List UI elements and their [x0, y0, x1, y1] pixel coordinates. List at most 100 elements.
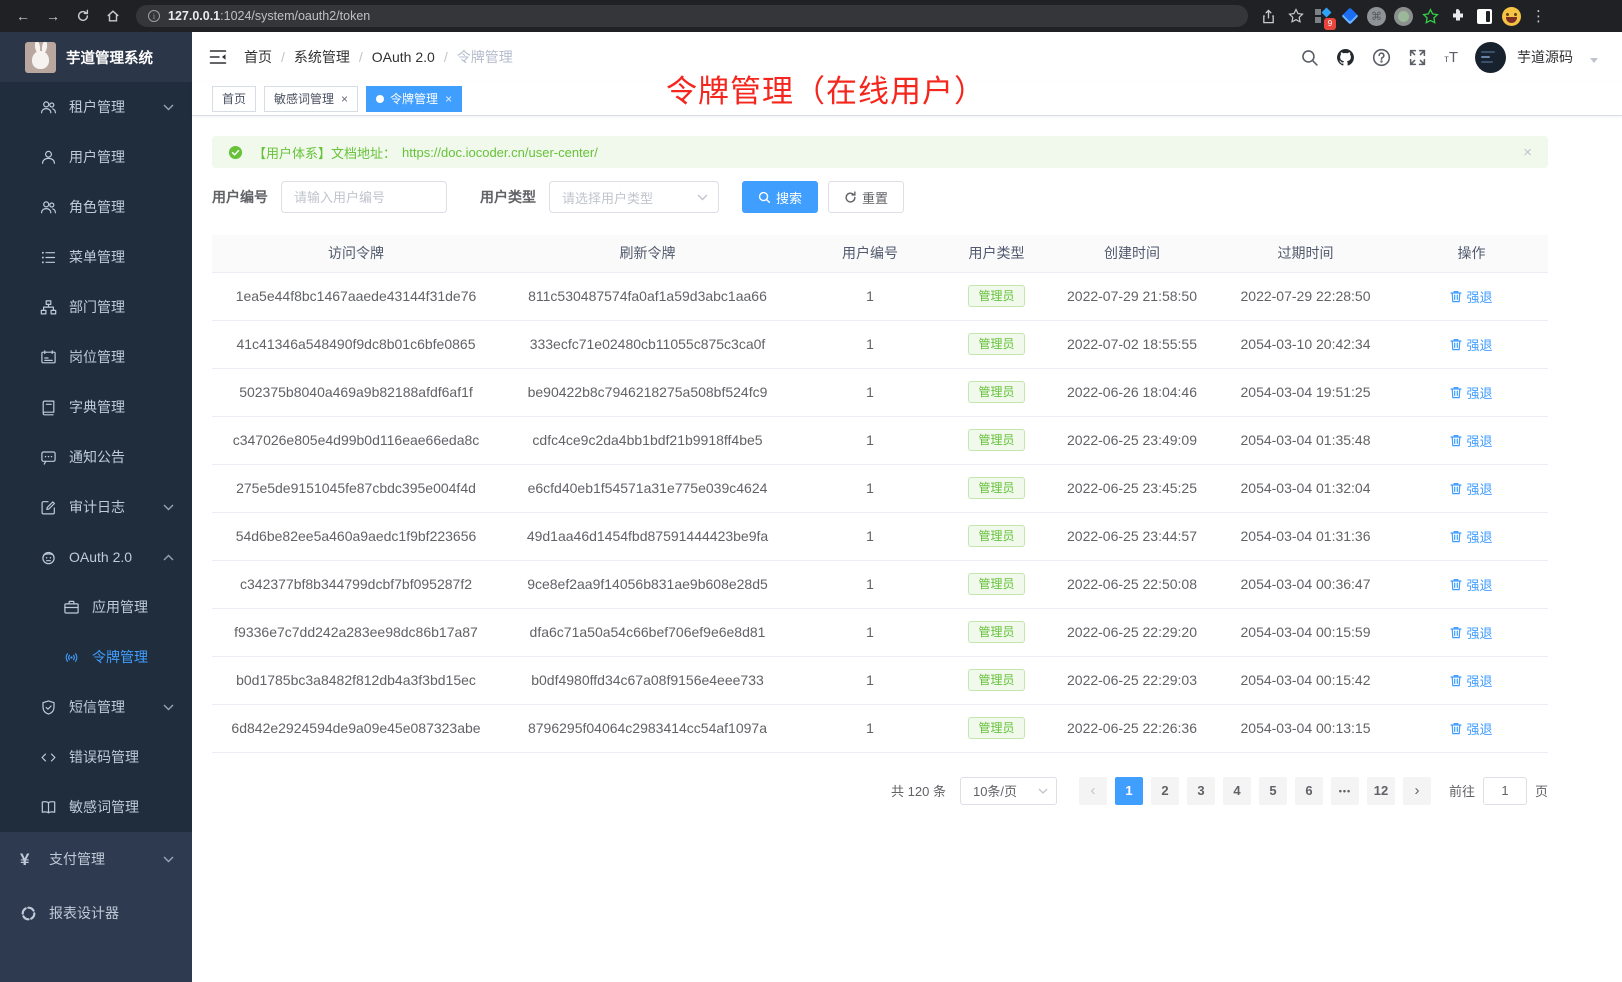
sidebar-item-报表设计器[interactable]: 报表设计器	[0, 886, 192, 940]
share-icon[interactable]	[1258, 6, 1279, 27]
force-logout-button[interactable]: 强退	[1450, 575, 1492, 594]
sidebar-item-用户管理[interactable]: 用户管理	[0, 132, 192, 182]
force-logout-button[interactable]: 强退	[1450, 719, 1492, 738]
sidebar-item-label: 错误码管理	[69, 747, 139, 767]
search-button-label: 搜索	[776, 188, 802, 207]
username[interactable]: 芋道源码	[1517, 47, 1573, 67]
sidebar-item-错误码管理[interactable]: 错误码管理	[0, 732, 192, 782]
user-id-input[interactable]	[281, 181, 447, 213]
dashboard-icon	[20, 905, 37, 922]
sidebar-item-短信管理[interactable]: 短信管理	[0, 682, 192, 732]
sidebar-item-岗位管理[interactable]: 岗位管理	[0, 332, 192, 382]
cell-user-type: 管理员	[945, 368, 1048, 416]
grey-circle-extension-icon[interactable]: ⌘	[1366, 6, 1387, 27]
green-circle-extension-icon[interactable]	[1393, 6, 1414, 27]
pagination-total: 共 120 条	[891, 781, 946, 800]
prev-page-button[interactable]: ‹	[1079, 777, 1107, 805]
force-logout-label: 强退	[1466, 431, 1492, 450]
sidebar-item-部门管理[interactable]: 部门管理	[0, 282, 192, 332]
users-icon	[40, 99, 57, 116]
sidebar-collapse-icon[interactable]	[208, 47, 228, 67]
sidebar-item-应用管理[interactable]: 应用管理	[0, 582, 192, 632]
user-menu-caret-icon[interactable]	[1590, 58, 1598, 63]
page-button-1[interactable]: 1	[1115, 777, 1143, 805]
force-logout-button[interactable]: 强退	[1450, 335, 1492, 354]
browser-home-icon[interactable]	[102, 5, 124, 27]
url-bar[interactable]: i 127.0.0.1:1024/system/oauth2/token	[136, 5, 1248, 27]
cell-refresh-token: 9ce8ef2aa9f14056b831ae9b608e28d5	[500, 560, 795, 608]
force-logout-button[interactable]: 强退	[1450, 383, 1492, 402]
force-logout-button[interactable]: 强退	[1450, 287, 1492, 306]
search-icon[interactable]	[1300, 48, 1319, 67]
fullscreen-icon[interactable]	[1408, 48, 1427, 67]
force-logout-label: 强退	[1466, 527, 1492, 546]
puzzle-extension-icon[interactable]	[1447, 6, 1468, 27]
side-panel-icon[interactable]	[1474, 6, 1495, 27]
tab-close-icon[interactable]: ×	[445, 92, 452, 106]
gem-extension-icon[interactable]	[1339, 6, 1360, 27]
tab-敏感词管理[interactable]: 敏感词管理×	[264, 86, 358, 112]
page-button-3[interactable]: 3	[1187, 777, 1215, 805]
sidebar-item-敏感词管理[interactable]: 敏感词管理	[0, 782, 192, 832]
page-button-5[interactable]: 5	[1259, 777, 1287, 805]
page-button-6[interactable]: 6	[1295, 777, 1323, 805]
next-page-button[interactable]: ›	[1403, 777, 1431, 805]
cell-user-id: 1	[795, 272, 945, 320]
force-logout-button[interactable]: 强退	[1450, 431, 1492, 450]
goto-page-input[interactable]	[1483, 777, 1527, 805]
page-size-select[interactable]: 10条/页	[960, 777, 1057, 805]
emoji-extension-icon[interactable]	[1501, 6, 1522, 27]
page-button-4[interactable]: 4	[1223, 777, 1251, 805]
user-type-select[interactable]: 请选择用户类型	[549, 181, 719, 213]
sidebar-item-角色管理[interactable]: 角色管理	[0, 182, 192, 232]
force-logout-button[interactable]: 强退	[1450, 671, 1492, 690]
app-logo-bar[interactable]: 芋道管理系统	[0, 32, 192, 82]
sidebar-item-审计日志[interactable]: 审计日志	[0, 482, 192, 532]
browser-back-icon[interactable]: ←	[12, 5, 34, 27]
extension-blocks-icon[interactable]: 9	[1312, 6, 1333, 27]
sidebar-item-字典管理[interactable]: 字典管理	[0, 382, 192, 432]
table-header-row: 访问令牌刷新令牌用户编号用户类型创建时间过期时间操作	[212, 235, 1548, 272]
cell-action: 强退	[1395, 704, 1548, 752]
sidebar-item-OAuth 2.0[interactable]: OAuth 2.0	[0, 532, 192, 582]
bookmark-star-icon[interactable]	[1285, 6, 1306, 27]
sidebar-item-支付管理[interactable]: ¥支付管理	[0, 832, 192, 886]
message-icon	[40, 449, 57, 466]
force-logout-button[interactable]: 强退	[1450, 623, 1492, 642]
breadcrumb-item[interactable]: OAuth 2.0	[372, 49, 435, 65]
force-logout-button[interactable]: 强退	[1450, 479, 1492, 498]
alert-doc-link[interactable]: https://doc.iocoder.cn/user-center/	[402, 145, 598, 160]
cell-user-type: 管理员	[945, 656, 1048, 704]
alert-close-icon[interactable]: ×	[1523, 144, 1532, 161]
browser-forward-icon[interactable]: →	[42, 5, 64, 27]
help-icon[interactable]	[1372, 48, 1391, 67]
table-row: c347026e805e4d99b0d116eae66eda8ccdfc4ce9…	[212, 416, 1548, 464]
tab-close-icon[interactable]: ×	[341, 92, 348, 106]
page-button-2[interactable]: 2	[1151, 777, 1179, 805]
search-button[interactable]: 搜索	[742, 181, 818, 213]
green-star-extension-icon[interactable]	[1420, 6, 1441, 27]
sidebar-item-租户管理[interactable]: 租户管理	[0, 82, 192, 132]
sidebar-item-菜单管理[interactable]: 菜单管理	[0, 232, 192, 282]
cell-user-type: 管理员	[945, 512, 1048, 560]
breadcrumb-item[interactable]: 首页	[244, 47, 272, 67]
sidebar-item-通知公告[interactable]: 通知公告	[0, 432, 192, 482]
site-info-icon[interactable]: i	[148, 10, 160, 22]
cell-action: 强退	[1395, 368, 1548, 416]
browser-reload-icon[interactable]	[72, 5, 94, 27]
font-size-icon[interactable]: тT	[1444, 49, 1458, 66]
cell-refresh-token: 8796295f04064c2983414cc54af1097a	[500, 704, 795, 752]
column-header-用户编号: 用户编号	[795, 235, 945, 272]
reset-button[interactable]: 重置	[828, 181, 904, 213]
breadcrumb-item[interactable]: 系统管理	[294, 47, 350, 67]
github-icon[interactable]	[1336, 48, 1355, 67]
page-button-12[interactable]: 12	[1367, 777, 1395, 805]
cell-expire-time: 2054-03-04 01:32:04	[1216, 464, 1395, 512]
tab-首页[interactable]: 首页	[212, 86, 256, 112]
sidebar-item-令牌管理[interactable]: 令牌管理	[0, 632, 192, 682]
user-avatar[interactable]	[1475, 42, 1506, 73]
sidebar-item-label: 通知公告	[69, 447, 125, 467]
tab-令牌管理[interactable]: 令牌管理×	[366, 86, 462, 112]
force-logout-button[interactable]: 强退	[1450, 527, 1492, 546]
browser-menu-icon[interactable]: ⋮	[1528, 6, 1549, 27]
